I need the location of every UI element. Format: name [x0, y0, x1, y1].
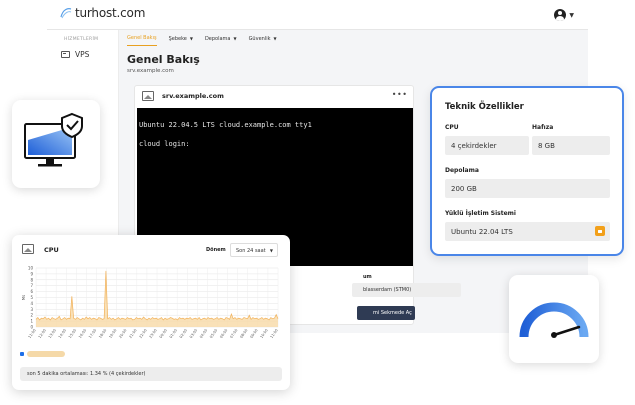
monitor-tile [12, 100, 100, 188]
logo[interactable]: turhost.com [59, 6, 145, 20]
tab-label: Depolama [204, 35, 231, 42]
chevron-down-icon: ▼ [189, 36, 193, 41]
more-options-icon[interactable]: • • • [392, 90, 407, 99]
x-tick-label: 03:00 [189, 328, 199, 339]
image-icon [22, 244, 34, 254]
chevron-down-icon: ▼ [233, 36, 237, 41]
tab-network[interactable]: Şebeke ▼ [169, 31, 193, 46]
x-tick-label: 00:00 [159, 328, 169, 339]
tab-storage[interactable]: Depolama ▼ [205, 31, 237, 46]
lock-icon[interactable] [595, 226, 605, 236]
x-tick-label: 10:00 [260, 328, 270, 339]
storage-value: 200 GB [445, 179, 610, 198]
terminal-line: Ubuntu 22.04.5 LTS cloud.example.com tty… [139, 121, 312, 129]
vps-icon [61, 51, 70, 58]
y-tick-label: 5 [30, 295, 33, 300]
tab-label: Şebeke [168, 35, 187, 42]
user-menu[interactable]: ▼ [554, 9, 574, 21]
x-tick-label: 07:00 [229, 328, 239, 339]
x-tick-label: 21:00 [128, 328, 138, 339]
chevron-down-icon: ▼ [569, 11, 574, 19]
ram-value: 8 GB [532, 136, 610, 155]
user-avatar-icon [554, 9, 567, 21]
x-tick-label: 18:00 [98, 328, 108, 339]
region-value: blasserdam (STM0) [352, 283, 461, 297]
cpu-card-title: CPU [44, 246, 59, 254]
y-tick-label: 6 [30, 289, 33, 294]
y-tick-label: 2 [30, 313, 33, 318]
chevron-down-icon: ▼ [273, 36, 277, 41]
chart-legend[interactable] [20, 351, 65, 357]
x-tick-label: 15:00 [68, 328, 78, 339]
sidebar-heading: HİZMETLERİM [64, 37, 99, 42]
legend-swatch [20, 352, 24, 356]
page-title: Genel Bakış [127, 53, 200, 66]
x-tick-label: 02:00 [179, 328, 189, 339]
y-tick-label: 1 [30, 319, 33, 324]
x-tick-label: 14:00 [58, 328, 68, 339]
image-icon [142, 91, 154, 101]
page-subtitle: srv.example.com [127, 68, 174, 74]
x-tick-label: 04:00 [199, 328, 209, 339]
specs-card: Teknik Özellikler CPU 4 çekirdekler Hafı… [430, 86, 624, 256]
y-tick-label: 3 [30, 307, 33, 312]
y-tick-label: 4 [30, 301, 33, 306]
cpu-label: CPU [445, 124, 459, 131]
chevron-down-icon: ▼ [269, 248, 273, 253]
logo-mark-icon [60, 8, 72, 19]
speedometer-icon [519, 302, 589, 338]
os-label: Yüklü İşletim Sistemi [445, 210, 516, 217]
ram-label: Hafıza [532, 124, 554, 131]
average-usage-text: son 5 dakika ortalaması: 1.34 % (4 çekir… [20, 367, 282, 381]
os-value-text: Ubuntu 22.04 LTS [451, 228, 513, 236]
region-label: um [363, 274, 372, 280]
sidebar-item-label: VPS [75, 50, 90, 59]
x-tick-label: 20:00 [118, 328, 128, 339]
x-tick-label: 23:00 [149, 328, 159, 339]
tab-security[interactable]: Güvenlik ▼ [249, 31, 277, 46]
cpu-value: 4 çekirdekler [445, 136, 529, 155]
x-tick-label: 05:00 [209, 328, 219, 339]
y-tick-label: 9 [30, 271, 33, 276]
sidebar-item-vps[interactable]: VPS [61, 50, 89, 59]
y-axis-label: Ms [22, 295, 26, 301]
x-tick-label: 06:00 [219, 328, 229, 339]
x-tick-label: 12:00 [38, 328, 48, 339]
top-bar: turhost.com ▼ [47, 0, 588, 30]
tab-bar: Genel Bakış Şebeke ▼ Depolama ▼ Güvenlik ▼ [127, 31, 277, 46]
x-tick-label: 17:00 [88, 328, 98, 339]
x-tick-label: 16:00 [78, 328, 88, 339]
cpu-card: CPU Dönem Son 24 saat ▼ 0 1 2 3 4 5 6 7 8 9 10 Ms 11… [12, 235, 290, 390]
x-tick-label: 22:00 [139, 328, 149, 339]
cpu-chart: 012345678910Ms11:00 12:00 13:00 14:00 15:00 1… [22, 266, 280, 340]
period-select-value: Son 24 saat [236, 248, 266, 254]
period-label: Dönem [206, 247, 226, 253]
storage-label: Depolama [445, 167, 479, 174]
os-value: Ubuntu 22.04 LTS [445, 222, 610, 241]
legend-pill [27, 351, 65, 357]
monitor-shield-icon [24, 112, 83, 167]
tab-overview[interactable]: Genel Bakış [127, 31, 157, 46]
period-select[interactable]: Son 24 saat ▼ [230, 243, 278, 257]
open-in-new-tab-button[interactable]: mi Sekmede Aç [357, 306, 415, 320]
logo-text: turhost.com [75, 6, 146, 20]
x-tick-label: 09:00 [249, 328, 259, 339]
console-server-name: srv.example.com [162, 92, 224, 100]
tab-label: Genel Bakış [127, 35, 157, 41]
x-tick-label: 11:00 [270, 328, 280, 339]
y-tick-label: 8 [30, 277, 33, 282]
specs-title: Teknik Özellikler [445, 102, 524, 112]
x-tick-label: 08:00 [239, 328, 249, 339]
y-tick-label: 10 [28, 266, 34, 271]
terminal-line: cloud login: [139, 140, 190, 148]
x-tick-label: 11:00 [28, 328, 38, 339]
y-tick-label: 7 [30, 283, 33, 288]
tab-label: Güvenlik [248, 35, 271, 42]
x-tick-label: 01:00 [169, 328, 179, 339]
console-header: srv.example.com [135, 86, 413, 106]
x-tick-label: 13:00 [48, 328, 58, 339]
gauge-tile [509, 275, 599, 363]
x-tick-label: 19:00 [108, 328, 118, 339]
